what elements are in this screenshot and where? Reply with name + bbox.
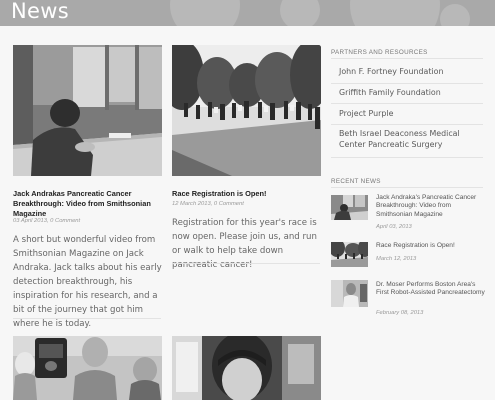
partners-divider [331,58,483,59]
post-2-divider [172,263,320,264]
page-header: News [0,0,495,26]
partner-link-griffith[interactable]: Griffith Family Foundation [339,87,484,98]
recent-1-date: April 03, 2013 [376,224,412,230]
partner-divider [331,157,483,158]
partner-divider [331,103,483,104]
post-2-meta: 12 March 2013, 0 Comment [172,201,244,207]
partners-heading: PARTNERS AND RESOURCES [331,49,428,56]
page-title: News [11,0,69,23]
recent-2-thumbnail-image [331,242,368,267]
recent-news-heading: RECENT NEWS [331,178,381,185]
recent-1-title[interactable]: Jack Andraka's Pancreatic Cancer Breakth… [376,194,486,219]
post-4-photo[interactable] [172,336,321,400]
post-1-title[interactable]: Jack Andrakas Pancreatic Cancer Breakthr… [13,189,163,219]
post-1-photo[interactable] [13,45,162,176]
recent-2-thumbnail[interactable] [331,242,368,267]
post-2-photo[interactable] [172,45,321,176]
young-man-image [172,336,321,400]
recent-2-title[interactable]: Race Registration is Open! [376,242,486,250]
recent-news-divider [331,187,483,188]
partner-link-project-purple[interactable]: Project Purple [339,108,484,119]
post-1-divider [13,318,161,319]
partner-divider [331,83,483,84]
recent-3-title[interactable]: Dr. Moser Performs Boston Area's First R… [376,281,486,298]
recent-1-thumbnail[interactable] [331,195,368,220]
recent-3-thumbnail-image [331,280,368,307]
partner-link-fortney[interactable]: John F. Fortney Foundation [339,66,484,77]
race-runners-image [172,45,321,176]
partner-divider [331,124,483,125]
recent-3-thumbnail[interactable] [331,280,368,307]
partner-link-beth-israel[interactable]: Beth Israel Deaconess Medical Center Pan… [339,128,484,150]
post-1-excerpt: A short but wonderful video from Smithso… [13,235,162,329]
recent-1-thumbnail-image [331,195,368,220]
recent-3-date: February 08, 2013 [376,310,424,316]
recent-2-date: March 12, 2013 [376,256,417,262]
people-group-image [13,336,162,400]
post-2-title[interactable]: Race Registration is Open! [172,189,322,199]
post-1-meta: 03 April 2013, 0 Comment [13,218,81,224]
student-desk-image [13,45,162,176]
post-3-photo[interactable] [13,336,162,400]
